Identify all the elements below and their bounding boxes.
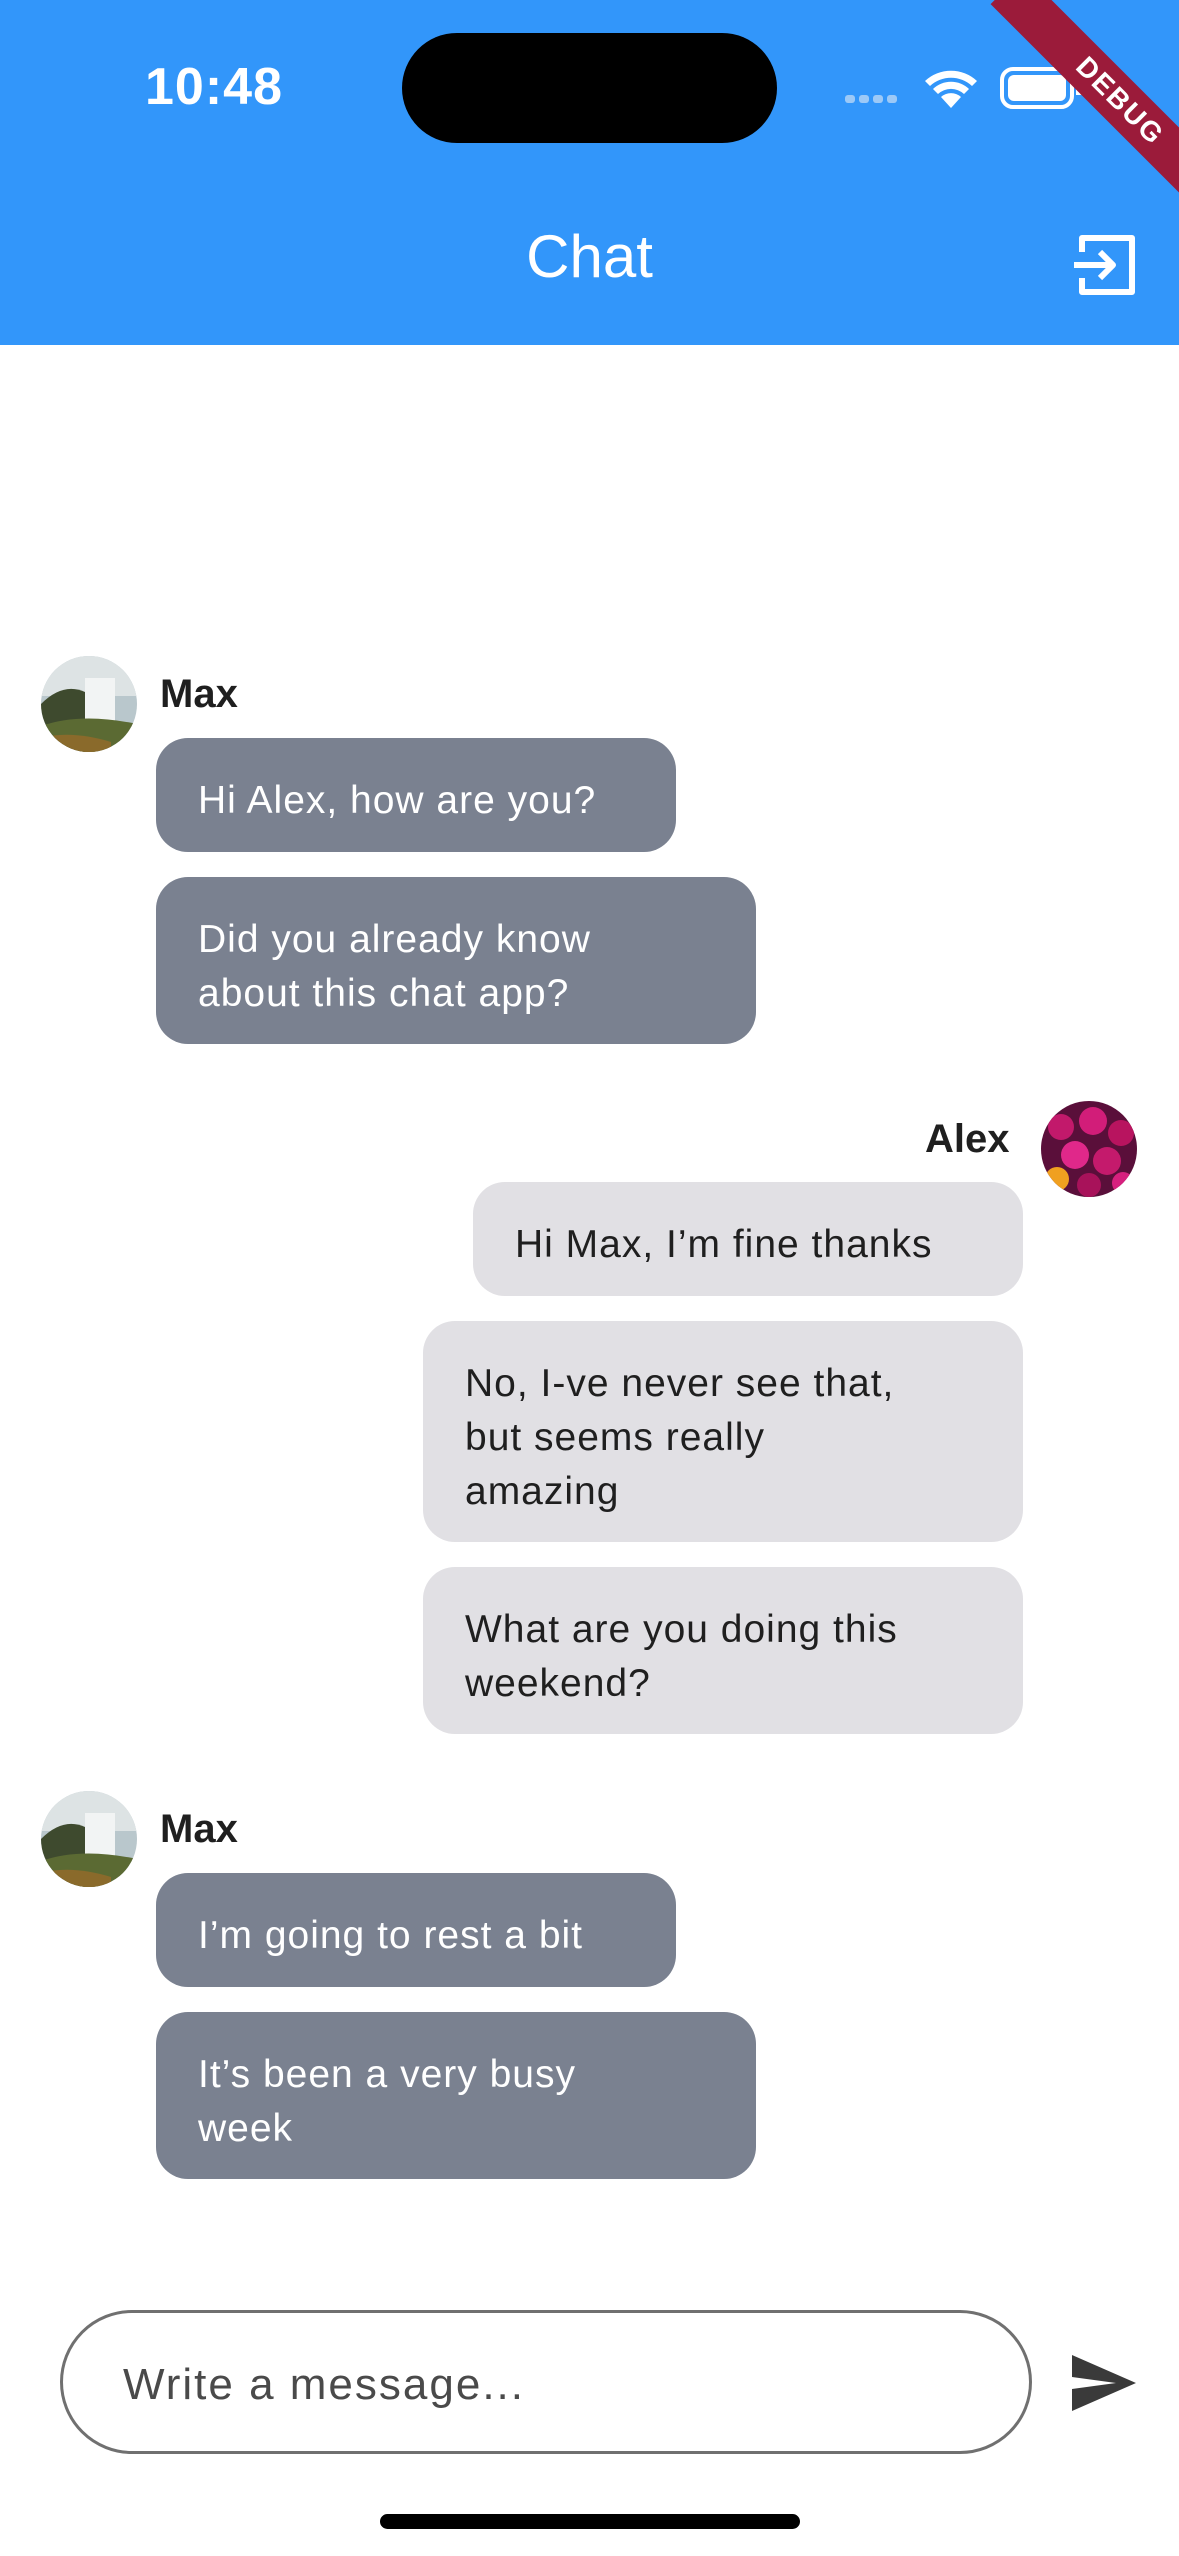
logout-icon[interactable] [1070, 230, 1140, 300]
message-bubble[interactable]: Did you already know about this chat app… [156, 877, 756, 1044]
wifi-icon [925, 70, 977, 108]
send-icon[interactable] [1068, 2347, 1140, 2419]
message-bubble[interactable]: No, I-ve never see that, but seems reall… [423, 1321, 1023, 1542]
message-line: about this chat app? [198, 972, 570, 1015]
status-icons [845, 67, 1083, 109]
waterfall-avatar [41, 656, 137, 752]
message-line: weekend? [465, 1662, 651, 1705]
message-line: amazing [465, 1470, 620, 1513]
waterfall-avatar [41, 1791, 137, 1887]
message-composer[interactable] [60, 2310, 1032, 2454]
message-line: but seems really [465, 1416, 765, 1459]
message-author: Max [160, 1807, 238, 1851]
message-bubble[interactable]: It’s been a very busy week [156, 2012, 756, 2179]
page-title: Chat [526, 223, 653, 290]
flowers-avatar [1041, 1101, 1137, 1197]
message-author: Alex [925, 1117, 1010, 1161]
message-line: Did you already know [198, 918, 591, 961]
message-line: Hi Max, I’m fine thanks [515, 1223, 933, 1266]
message-bubble[interactable]: Hi Alex, how are you? [156, 738, 676, 852]
dynamic-island [402, 33, 777, 143]
cellular-signal-icon [845, 95, 897, 103]
app-bar: 10:48 DEBUG Chat [0, 0, 1179, 345]
message-bubble[interactable]: Hi Max, I’m fine thanks [473, 1182, 1023, 1296]
message-line: No, I-ve never see that, [465, 1362, 895, 1405]
message-bubble[interactable]: What are you doing this weekend? [423, 1567, 1023, 1734]
message-line: Hi Alex, how are you? [198, 779, 597, 822]
message-line: week [198, 2107, 294, 2150]
message-input[interactable] [123, 2353, 983, 2417]
message-line: What are you doing this [465, 1608, 898, 1651]
message-author: Max [160, 672, 238, 716]
home-indicator [380, 2514, 800, 2529]
status-time: 10:48 [145, 58, 283, 116]
message-line: I’m going to rest a bit [198, 1914, 584, 1957]
message-bubble[interactable]: I’m going to rest a bit [156, 1873, 676, 1987]
message-line: It’s been a very busy [198, 2053, 576, 2096]
